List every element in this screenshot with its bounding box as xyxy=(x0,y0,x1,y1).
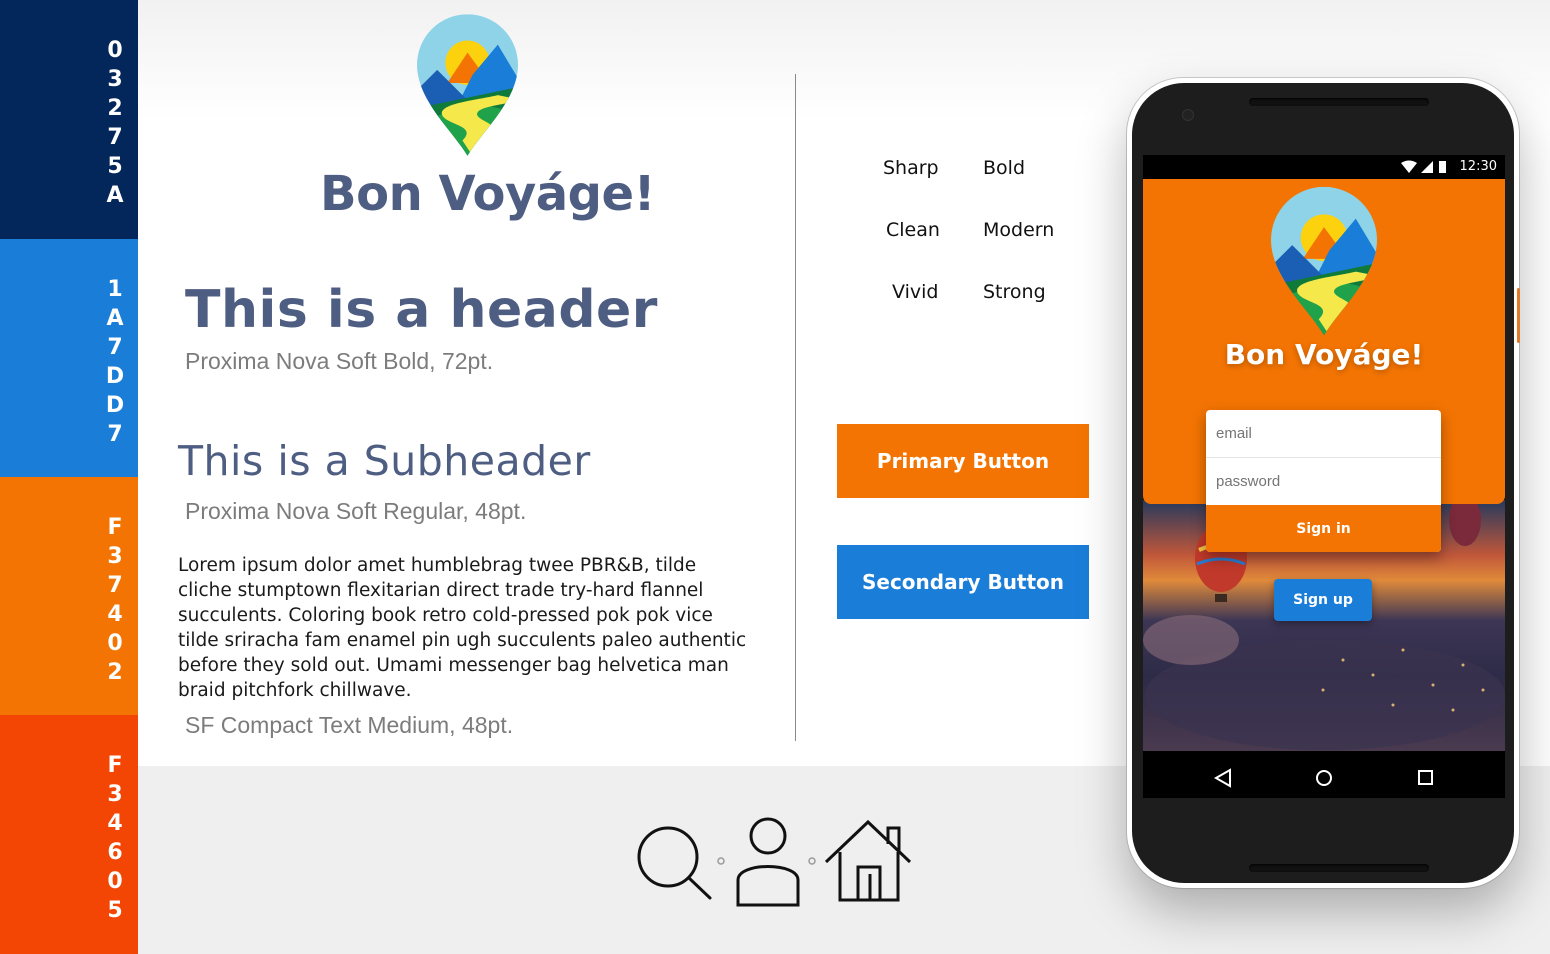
battery-icon xyxy=(1439,161,1446,173)
sign-up-button[interactable]: Sign up xyxy=(1274,579,1372,621)
user-icon[interactable] xyxy=(736,817,800,907)
phone-screen: Bon Voyáge! Sign in Sign up 12:30 xyxy=(1143,155,1505,798)
header-caption: Proxima Nova Soft Bold, 72pt. xyxy=(185,348,494,374)
secondary-button[interactable]: Secondary Button xyxy=(837,545,1089,619)
header-sample: This is a header xyxy=(185,280,658,340)
swatch-code: F37402 xyxy=(107,515,123,685)
android-nav-bar xyxy=(1143,751,1505,798)
keyword: Vivid xyxy=(892,281,939,303)
separator-dot xyxy=(808,857,816,865)
body-caption: SF Compact Text Medium, 48pt. xyxy=(185,712,514,738)
brand-title: Bon Voyáge! xyxy=(320,166,655,222)
phone-speaker-top xyxy=(1249,98,1429,106)
phone-camera xyxy=(1182,109,1194,121)
password-field[interactable] xyxy=(1206,458,1441,505)
home-icon[interactable] xyxy=(824,819,912,902)
recents-icon[interactable] xyxy=(1418,770,1433,785)
keyword: Clean xyxy=(886,219,940,241)
wifi-icon xyxy=(1401,160,1417,173)
section-divider xyxy=(795,74,796,741)
sign-in-button[interactable]: Sign in xyxy=(1206,505,1441,552)
keyword: Bold xyxy=(983,157,1025,179)
phone-speaker-bottom xyxy=(1249,864,1429,872)
back-icon[interactable] xyxy=(1213,768,1231,788)
keyword: Sharp xyxy=(883,157,939,179)
subheader-sample: This is a Subheader xyxy=(178,437,591,485)
brand-logo xyxy=(417,14,518,156)
separator-dot xyxy=(717,857,725,865)
swatch-orange: F37402 xyxy=(0,477,138,715)
swatch-navy: 03275A xyxy=(0,0,138,239)
body-sample: Lorem ipsum dolor amet humblebrag twee P… xyxy=(178,555,747,701)
home-nav-icon[interactable] xyxy=(1316,770,1332,786)
search-icon[interactable] xyxy=(637,826,712,900)
status-time: 12:30 xyxy=(1459,159,1497,174)
keyword: Strong xyxy=(983,281,1046,303)
app-title: Bon Voyáge! xyxy=(1224,338,1424,371)
swatch-code: 1A7DD7 xyxy=(105,277,125,447)
primary-button[interactable]: Primary Button xyxy=(837,424,1089,498)
swatch-blue: 1A7DD7 xyxy=(0,239,138,477)
email-field[interactable] xyxy=(1206,410,1441,457)
swatch-red-orange: F34605 xyxy=(0,715,138,954)
keyword: Modern xyxy=(983,219,1055,241)
icon-set xyxy=(630,812,920,916)
status-bar: 12:30 xyxy=(1143,155,1505,179)
subheader-caption: Proxima Nova Soft Regular, 48pt. xyxy=(185,498,527,524)
phone-side-button xyxy=(1517,288,1520,343)
app-logo xyxy=(1271,186,1377,336)
signal-icon xyxy=(1421,161,1433,173)
swatch-code: 03275A xyxy=(106,38,124,208)
login-card: Sign in xyxy=(1206,410,1441,552)
swatch-code: F34605 xyxy=(107,753,123,923)
